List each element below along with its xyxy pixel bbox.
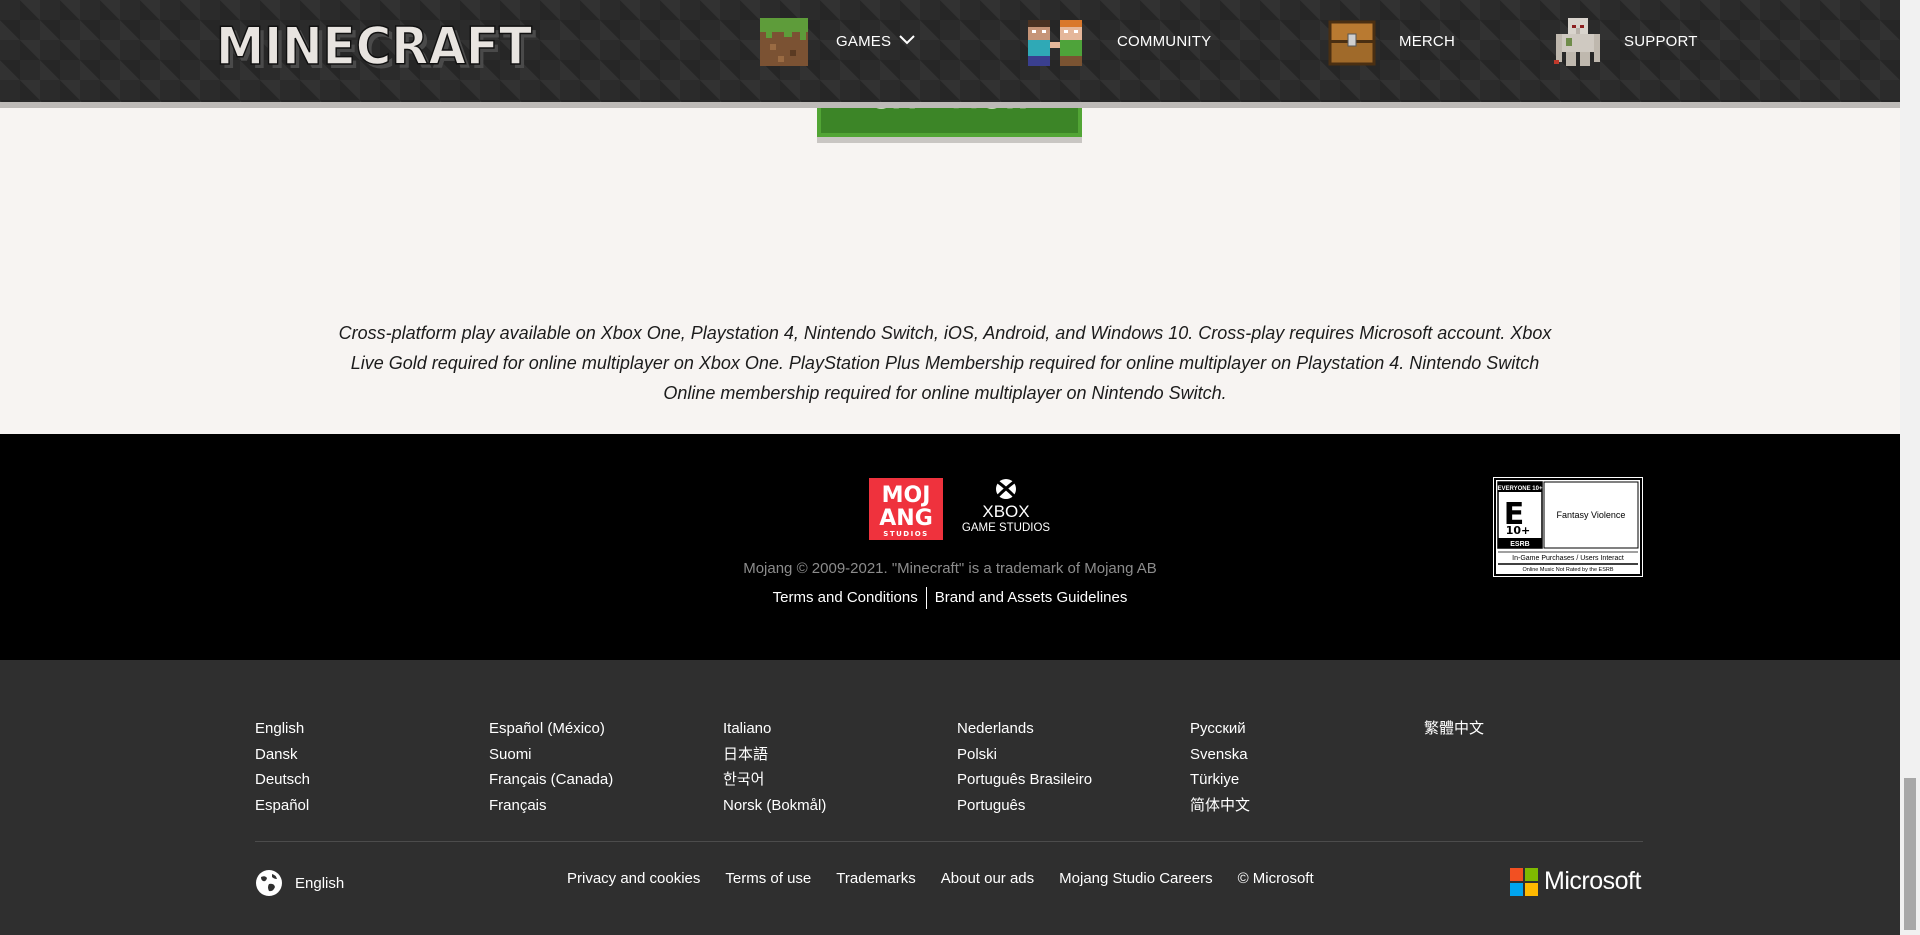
nav-community-label: COMMUNITY: [1117, 33, 1212, 50]
nav-games-label: GAMES: [836, 33, 892, 50]
esrb-rating-badge[interactable]: EVERYONE 10+ E 10+ ESRB Fantasy Violence…: [1493, 477, 1643, 577]
lang-link[interactable]: Français: [489, 793, 613, 819]
svg-text:Fantasy Violence: Fantasy Violence: [1557, 510, 1626, 520]
language-column-5: Русский Svenska Türkiye 简体中文: [1190, 716, 1250, 819]
page-scrollbar[interactable]: [1900, 0, 1920, 935]
microsoft-copyright: © Microsoft: [1237, 870, 1314, 887]
language-column-4: Nederlands Polski Português Brasileiro P…: [957, 716, 1092, 819]
lang-link[interactable]: Türkiye: [1190, 767, 1250, 793]
chest-icon: [1328, 20, 1376, 66]
scrollbar-thumb[interactable]: [1904, 778, 1916, 930]
careers-link[interactable]: Mojang Studio Careers: [1059, 870, 1212, 887]
lang-link[interactable]: 简体中文: [1190, 793, 1250, 819]
locale-label: English: [295, 874, 345, 892]
lang-link[interactable]: Svenska: [1190, 742, 1250, 768]
lang-link[interactable]: 繁體中文: [1424, 716, 1484, 742]
lang-link[interactable]: 한국어: [723, 767, 826, 793]
minecraft-logo[interactable]: MINECRAFT MINECRAFT: [216, 18, 540, 78]
lang-link[interactable]: Deutsch: [255, 767, 310, 793]
language-column-6: 繁體中文: [1424, 716, 1484, 742]
xbox-game-studios-logo[interactable]: XBOX GAME STUDIOS: [960, 478, 1052, 540]
nav-community[interactable]: COMMUNITY: [1022, 18, 1211, 66]
lang-link[interactable]: Italiano: [723, 716, 826, 742]
language-column-1: English Dansk Deutsch Español: [255, 716, 310, 819]
header-divider: [0, 102, 1900, 108]
nav-support[interactable]: SUPPORT: [1554, 18, 1697, 66]
lang-link[interactable]: 日本語: [723, 742, 826, 768]
lang-link[interactable]: Español: [255, 793, 310, 819]
nav-merch-label: MERCH: [1399, 33, 1455, 50]
svg-text:10+: 10+: [1506, 524, 1531, 537]
lang-link[interactable]: Français (Canada): [489, 767, 613, 793]
lang-link[interactable]: Nederlands: [957, 716, 1092, 742]
nav-support-label: SUPPORT: [1624, 33, 1698, 50]
xbox-sphere-icon: [996, 479, 1016, 499]
locale-selector[interactable]: English: [255, 868, 344, 898]
privacy-cookies-link[interactable]: Privacy and cookies: [567, 870, 700, 887]
svg-text:ANG: ANG: [879, 506, 933, 531]
svg-text:ESRB: ESRB: [1510, 541, 1529, 548]
microsoft-squares-icon: [1510, 867, 1538, 896]
lang-link[interactable]: Русский: [1190, 716, 1250, 742]
svg-text:XBOX: XBOX: [982, 502, 1029, 521]
steve-alex-icon: [1028, 20, 1082, 66]
lang-link[interactable]: Norsk (Bokmål): [723, 793, 826, 819]
lang-link[interactable]: Dansk: [255, 742, 310, 768]
brand-guidelines-link[interactable]: Brand and Assets Guidelines: [927, 588, 1136, 608]
trademarks-link[interactable]: Trademarks: [836, 870, 915, 887]
lang-link[interactable]: Português: [957, 793, 1092, 819]
footer-legal-links: Terms and Conditions Brand and Assets Gu…: [600, 587, 1300, 609]
about-our-ads-link[interactable]: About our ads: [941, 870, 1034, 887]
terms-and-conditions-link[interactable]: Terms and Conditions: [765, 588, 926, 608]
lang-link[interactable]: Polski: [957, 742, 1092, 768]
language-column-2: Español (México) Suomi Français (Canada)…: [489, 716, 613, 819]
nav-games[interactable]: GAMES: [760, 18, 915, 66]
svg-text:EVERYONE 10+: EVERYONE 10+: [1498, 486, 1543, 492]
svg-text:STUDIOS: STUDIOS: [883, 530, 928, 538]
crossplay-disclaimer: Cross-platform play available on Xbox On…: [338, 323, 1552, 403]
footer-divider: [255, 841, 1643, 842]
globe-icon: [256, 870, 282, 896]
logo-text: MINECRAFT: [216, 18, 532, 77]
mojang-studios-logo[interactable]: MOJ ANG STUDIOS: [869, 478, 943, 540]
lang-link[interactable]: Português Brasileiro: [957, 767, 1092, 793]
svg-text:GAME STUDIOS: GAME STUDIOS: [962, 522, 1051, 534]
lang-link[interactable]: Suomi: [489, 742, 613, 768]
nav-merch[interactable]: MERCH: [1328, 18, 1455, 66]
microsoft-wordmark: Microsoft: [1544, 867, 1641, 895]
site-header: MINECRAFT MINECRAFT GAMES COMMUNITY MERC…: [0, 0, 1900, 102]
bottom-links: Privacy and cookies Terms of use Tradema…: [567, 870, 1339, 887]
svg-text:Online Music Not Rated by the: Online Music Not Rated by the ESRB: [1522, 567, 1613, 573]
chevron-down-icon: [899, 35, 915, 45]
svg-text:In-Game Purchases / Users Inte: In-Game Purchases / Users Interact: [1512, 555, 1624, 562]
language-column-3: Italiano 日本語 한국어 Norsk (Bokmål): [723, 716, 826, 819]
lang-link[interactable]: English: [255, 716, 310, 742]
terms-of-use-link[interactable]: Terms of use: [725, 870, 811, 887]
iron-golem-icon: [1554, 18, 1600, 66]
grass-block-icon: [760, 18, 808, 66]
copyright-text: Mojang © 2009-2021. "Minecraft" is a tra…: [743, 560, 1157, 577]
microsoft-logo[interactable]: Microsoft: [1510, 867, 1641, 896]
svg-text:MOJ: MOJ: [882, 483, 931, 508]
lang-link[interactable]: Español (México): [489, 716, 613, 742]
